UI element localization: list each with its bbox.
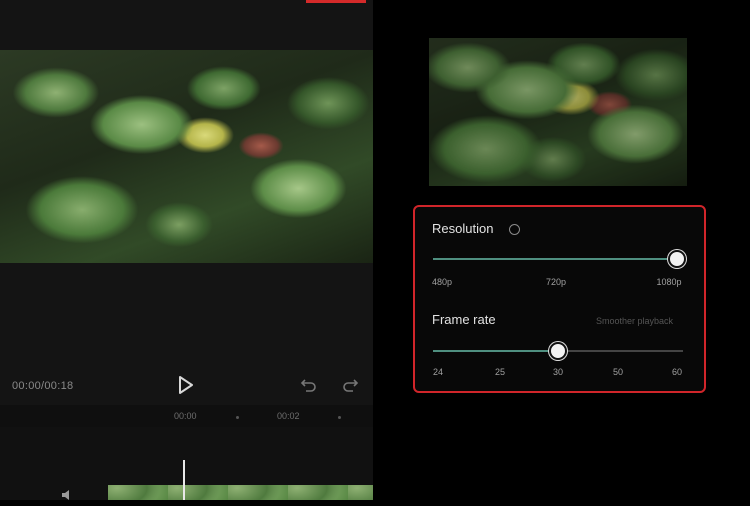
play-icon [179,376,193,394]
ruler-dot [236,416,239,419]
audio-button[interactable] [60,488,76,500]
video-clip[interactable] [108,485,373,500]
frame-rate-option[interactable]: 60 [672,367,682,377]
resolution-option[interactable]: 720p [546,277,566,287]
export-preview [429,38,687,186]
frame-rate-slider-fill [433,350,558,352]
ruler-mark: 00:00 [174,411,197,421]
frame-rate-option[interactable]: 50 [613,367,623,377]
resolution-slider-fill [433,258,677,260]
resolution-slider-knob[interactable] [668,250,686,268]
export-settings-box: Resolution 480p 720p 1080p Frame rate Sm… [413,205,706,393]
ruler-dot [338,416,341,419]
playback-time: 00:00/00:18 [12,380,74,392]
video-preview[interactable] [0,50,373,263]
frame-rate-hint: Smoother playback [596,316,674,326]
redo-icon [343,379,359,392]
frame-rate-option[interactable]: 25 [495,367,505,377]
undo-button[interactable] [300,376,318,394]
frame-rate-option[interactable]: 24 [433,367,443,377]
redo-button[interactable] [341,376,359,394]
export-tab-indicator[interactable] [306,0,366,3]
resolution-title: Resolution [432,221,494,236]
resolution-option[interactable]: 480p [432,277,452,287]
frame-rate-slider-knob[interactable] [549,342,567,360]
play-button[interactable] [174,374,196,396]
audio-icon [62,490,69,500]
playhead[interactable] [183,460,185,500]
undo-icon [300,379,316,392]
ruler-mark: 00:02 [277,411,300,421]
resolution-option[interactable]: 1080p [656,277,681,287]
info-icon[interactable] [509,224,520,235]
frame-rate-option[interactable]: 30 [553,367,563,377]
frame-rate-title: Frame rate [432,312,496,327]
editor-panel: 00:00/00:18 00:00 00:02 [0,0,373,500]
timeline-ruler[interactable]: 00:00 00:02 [0,405,373,427]
